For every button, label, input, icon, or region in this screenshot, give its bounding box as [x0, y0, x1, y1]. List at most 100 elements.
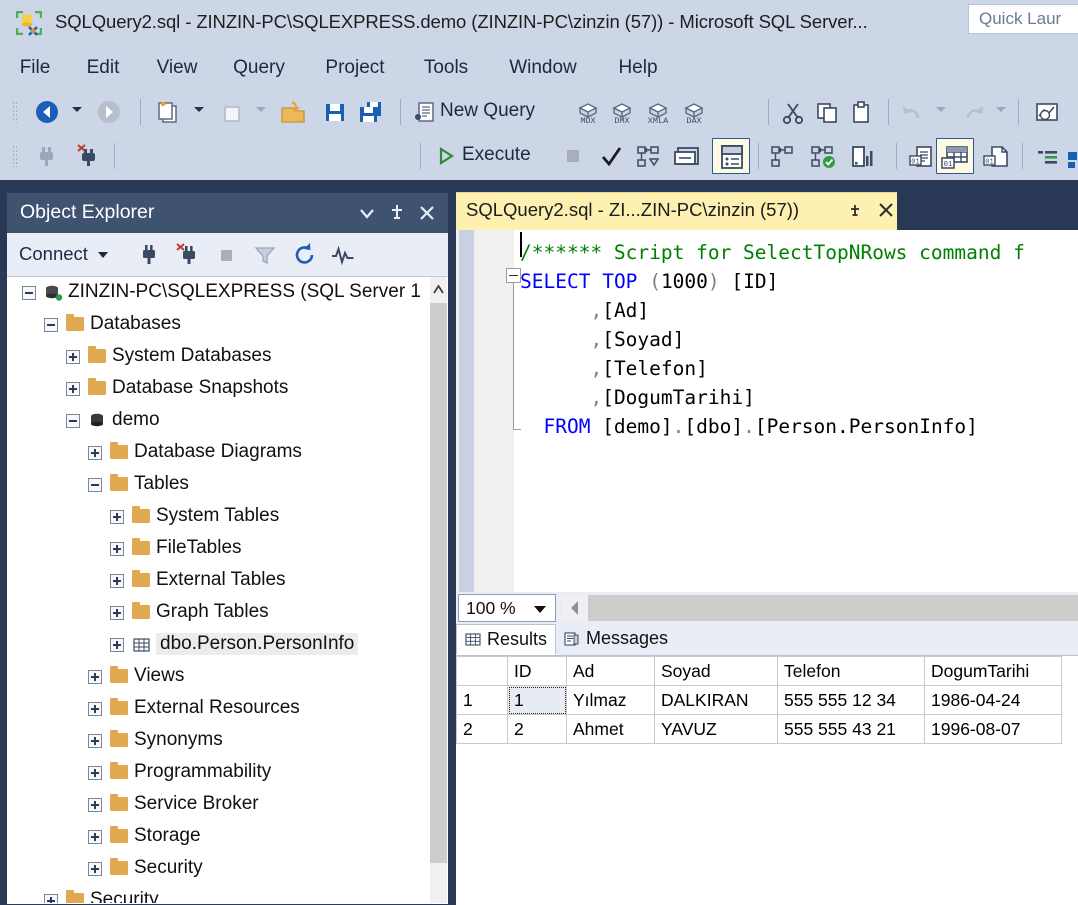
include-client-statistics-icon[interactable] — [672, 140, 706, 172]
connect-plug-icon[interactable] — [135, 241, 163, 269]
cell-soyad[interactable]: DALKIRAN — [654, 685, 778, 715]
tree-node-database-snapshots[interactable]: Database Snapshots — [8, 373, 433, 405]
new-mdx-query-icon[interactable]: MDX — [572, 96, 604, 128]
column-header-ad[interactable]: Ad — [566, 656, 655, 686]
scroll-left-arrow-icon[interactable] — [562, 595, 588, 621]
specify-values-icon[interactable] — [846, 140, 878, 172]
tree-node-databases[interactable]: Databases — [8, 309, 433, 341]
activity-monitor-icon[interactable] — [1030, 96, 1064, 128]
new-dmx-query-icon[interactable]: DMX — [606, 96, 638, 128]
new-project-dropdown[interactable] — [256, 107, 266, 112]
tree-node-tables[interactable]: Tables — [8, 469, 433, 501]
save-icon[interactable] — [318, 96, 352, 128]
tree-node-external-tables[interactable]: External Tables — [8, 565, 433, 597]
include-live-query-stats-icon[interactable] — [806, 140, 840, 172]
activity-monitor-icon[interactable] — [329, 241, 359, 269]
redo-icon[interactable] — [958, 96, 988, 128]
toolbar-grip[interactable] — [12, 101, 17, 123]
scroll-up-arrow-icon[interactable] — [430, 277, 447, 303]
quick-launch-input[interactable]: Quick Laur — [968, 4, 1078, 34]
expand-expander[interactable] — [88, 830, 102, 844]
new-query-button[interactable]: New Query — [440, 100, 535, 122]
scrollbar-thumb[interactable] — [588, 595, 1078, 621]
menu-file[interactable]: File — [12, 45, 58, 90]
open-file-icon[interactable] — [276, 96, 310, 128]
cell-telefon[interactable]: 555 555 12 34 — [777, 685, 925, 715]
tree-node-dbo-person-personinfo[interactable]: dbo.Person.PersonInfo — [8, 629, 433, 661]
menu-tools[interactable]: Tools — [420, 45, 472, 90]
new-query-dropdown[interactable] — [194, 107, 204, 112]
expand-expander[interactable] — [110, 638, 124, 652]
undo-dropdown[interactable] — [936, 107, 946, 112]
tree-node-system-tables[interactable]: System Tables — [8, 501, 433, 533]
include-actual-plan-icon[interactable] — [766, 140, 798, 172]
new-query-label-icon[interactable] — [410, 96, 440, 128]
pin-icon[interactable] — [385, 201, 409, 225]
expand-expander[interactable] — [88, 766, 102, 780]
editor-horizontal-scrollbar[interactable] — [562, 595, 1078, 621]
execute-play-icon[interactable] — [430, 140, 460, 172]
scrollbar-thumb[interactable] — [430, 303, 447, 863]
expand-expander[interactable] — [88, 798, 102, 812]
expand-expander[interactable] — [110, 574, 124, 588]
tree-node-storage[interactable]: Storage — [8, 821, 433, 853]
expand-expander[interactable] — [110, 510, 124, 524]
editor-zoom-selector[interactable]: 100 % — [458, 594, 556, 622]
tree-node-demo[interactable]: demo — [8, 405, 433, 437]
filter-icon[interactable] — [251, 241, 279, 269]
expand-expander[interactable] — [88, 702, 102, 716]
expand-expander[interactable] — [88, 734, 102, 748]
close-icon[interactable] — [415, 201, 439, 225]
expand-expander[interactable] — [44, 894, 58, 903]
menu-help[interactable]: Help — [614, 45, 662, 90]
chevron-down-icon[interactable] — [355, 201, 379, 225]
object-explorer-tree[interactable]: ZINZIN-PC\SQLEXPRESS (SQL Server 1 Datab… — [8, 277, 433, 903]
cell-soyad[interactable]: YAVUZ — [654, 714, 778, 744]
refresh-icon[interactable] — [291, 241, 319, 269]
sql-code-text[interactable]: /****** Script for SelectTopNRows comman… — [514, 230, 1078, 592]
column-header-telefon[interactable]: Telefon — [777, 656, 925, 686]
tree-node-system-databases[interactable]: System Databases — [8, 341, 433, 373]
collapse-expander[interactable] — [88, 478, 102, 492]
connect-plug-icon[interactable] — [30, 140, 62, 172]
display-estimated-plan-icon[interactable] — [632, 140, 664, 172]
tree-node-synonyms[interactable]: Synonyms — [8, 725, 433, 757]
cell-dogumtarihi[interactable]: 1986-04-24 — [924, 685, 1062, 715]
results-to-text-icon[interactable]: 01 — [906, 140, 940, 172]
undo-icon[interactable] — [898, 96, 928, 128]
collapse-expander[interactable] — [66, 414, 80, 428]
column-header-dogumtarihi[interactable]: DogumTarihi — [924, 656, 1062, 686]
menu-query[interactable]: Query — [228, 45, 290, 90]
cell-id[interactable]: 1 — [507, 685, 567, 715]
tree-node-security-db[interactable]: Security — [8, 853, 433, 885]
cell-ad[interactable]: Ahmet — [566, 714, 655, 744]
table-row[interactable]: 2 2 Ahmet YAVUZ 555 555 43 21 1996-08-07 — [456, 714, 1062, 744]
collapse-expander[interactable] — [44, 318, 58, 332]
tree-node-programmability[interactable]: Programmability — [8, 757, 433, 789]
new-project-icon[interactable] — [214, 96, 248, 128]
redo-dropdown[interactable] — [996, 107, 1006, 112]
expand-expander[interactable] — [66, 350, 80, 364]
tree-node-server[interactable]: ZINZIN-PC\SQLEXPRESS (SQL Server 1 — [8, 277, 433, 309]
expand-expander[interactable] — [88, 446, 102, 460]
paste-icon[interactable] — [846, 96, 876, 128]
tree-node-service-broker[interactable]: Service Broker — [8, 789, 433, 821]
object-explorer-scrollbar[interactable] — [430, 277, 447, 903]
parse-check-icon[interactable] — [596, 140, 626, 172]
stop-icon[interactable] — [560, 140, 586, 172]
tab-results[interactable]: Results — [456, 624, 556, 655]
tree-node-views[interactable]: Views — [8, 661, 433, 693]
tree-node-filetables[interactable]: FileTables — [8, 533, 433, 565]
tree-node-database-diagrams[interactable]: Database Diagrams — [8, 437, 433, 469]
disconnect-plug-icon[interactable] — [72, 140, 104, 172]
new-dax-query-icon[interactable]: DAX — [678, 96, 710, 128]
navigate-back-dropdown[interactable] — [72, 107, 82, 112]
menu-view[interactable]: View — [150, 45, 204, 90]
tab-sqlquery2[interactable]: SQLQuery2.sql - ZI...ZIN-PC\zinzin (57)) — [456, 192, 897, 230]
disconnect-plug-icon[interactable] — [173, 241, 203, 269]
results-to-file-icon[interactable]: 01 — [980, 140, 1014, 172]
expand-expander[interactable] — [88, 670, 102, 684]
copy-icon[interactable] — [812, 96, 842, 128]
cell-ad[interactable]: Yılmaz — [566, 685, 655, 715]
row-number[interactable]: 1 — [456, 685, 508, 715]
